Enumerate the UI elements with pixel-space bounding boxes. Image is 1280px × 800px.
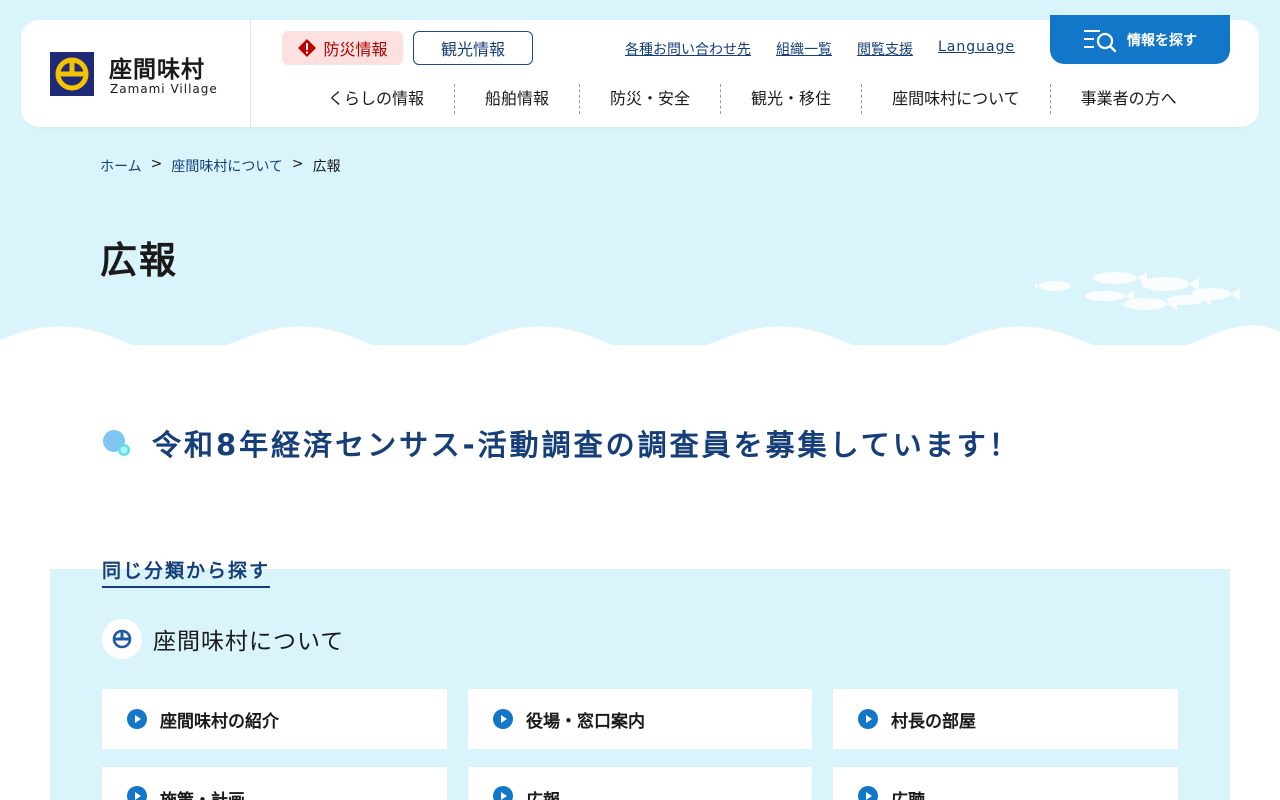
nav-item-ferry[interactable]: 船舶情報 — [455, 84, 581, 114]
article-heading: 令和8年経済センサス-活動調査の調査員を募集しています！ — [102, 422, 1021, 464]
nav-item-tourism-migration[interactable]: 観光・移住 — [721, 84, 863, 114]
play-circle-icon — [127, 709, 147, 729]
warning-diamond-icon — [298, 39, 317, 57]
util-link-organization[interactable]: 組織一覧 — [776, 39, 832, 59]
play-circle-icon — [858, 709, 878, 729]
breadcrumb: ホーム > 座間味村について > 広報 — [100, 156, 341, 176]
disaster-info-button[interactable]: 防災情報 — [282, 31, 403, 65]
category-card-label: 広報 — [526, 786, 560, 800]
category-card-hearing[interactable]: 広聴 — [833, 767, 1178, 800]
category-card-label: 施策・計画 — [160, 786, 245, 800]
wave-divider — [0, 325, 1280, 358]
category-card-office[interactable]: 役場・窓口案内 — [468, 689, 812, 749]
breadcrumb-current: 広報 — [312, 159, 341, 175]
logo-name: 座間味村 — [109, 57, 205, 83]
play-circle-icon — [858, 786, 878, 800]
category-card-mayor[interactable]: 村長の部屋 — [833, 689, 1178, 749]
category-card-introduction[interactable]: 座間味村の紹介 — [102, 689, 447, 749]
category-card-publicity[interactable]: 広報 — [468, 767, 812, 800]
breadcrumb-separator: > — [150, 156, 163, 172]
category-card-label: 座間味村の紹介 — [160, 711, 279, 732]
page-title: 広報 — [100, 239, 178, 282]
utility-links: 各種お問い合わせ先 組織一覧 閲覧支援 Language — [625, 39, 1015, 59]
logo-subtitle: Zamami Village — [110, 82, 218, 96]
breadcrumb-separator: > — [291, 156, 304, 172]
nav-item-business[interactable]: 事業者の方へ — [1051, 84, 1207, 114]
site-logo[interactable]: 座間味村 Zamami Village — [21, 20, 251, 127]
util-link-language[interactable]: Language — [938, 39, 1015, 59]
category-card-label: 村長の部屋 — [891, 711, 976, 732]
fish-decoration-icon — [1035, 272, 1240, 310]
category-card-policy[interactable]: 施策・計画 — [102, 767, 447, 800]
same-category-label: 同じ分類から探す — [102, 556, 271, 588]
site-header: 座間味村 Zamami Village 防災情報 観光情報 各種お問い合わせ先 … — [21, 15, 1259, 127]
nav-item-safety[interactable]: 防災・安全 — [580, 84, 722, 114]
util-link-contact[interactable]: 各種お問い合わせ先 — [625, 39, 751, 59]
category-card-label: 役場・窓口案内 — [526, 711, 645, 732]
village-logo-icon — [50, 52, 94, 96]
same-category-section — [50, 569, 1230, 800]
category-heading-title: 座間味村について — [153, 629, 345, 655]
village-emblem-icon — [102, 619, 142, 659]
breadcrumb-about[interactable]: 座間味村について — [171, 156, 283, 176]
play-circle-icon — [493, 709, 513, 729]
tourism-info-button[interactable]: 観光情報 — [413, 31, 533, 65]
nav-item-about-village[interactable]: 座間味村について — [862, 84, 1051, 114]
play-circle-icon — [127, 786, 147, 800]
menu-search-icon — [1084, 29, 1117, 52]
category-card-label: 広聴 — [891, 786, 925, 800]
breadcrumb-home[interactable]: ホーム — [100, 156, 142, 176]
util-link-accessibility[interactable]: 閲覧支援 — [857, 39, 913, 59]
nav-item-living[interactable]: くらしの情報 — [298, 84, 456, 114]
category-heading: 座間味村について — [102, 619, 344, 659]
article-title: 令和8年経済センサス-活動調査の調査員を募集しています！ — [152, 428, 1021, 462]
main-navigation: くらしの情報 船舶情報 防災・安全 観光・移住 座間味村について 事業者の方へ — [298, 84, 1207, 114]
bubble-icon — [103, 430, 130, 456]
find-info-button[interactable]: 情報を探す — [1050, 15, 1230, 64]
play-circle-icon — [493, 786, 513, 800]
disaster-info-label: 防災情報 — [323, 40, 388, 59]
find-info-label: 情報を探す — [1127, 32, 1197, 49]
